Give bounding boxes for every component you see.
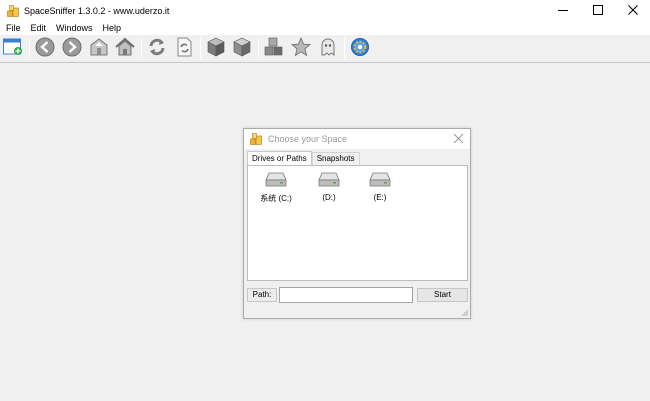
dialog-title-bar: Choose your Space: [244, 129, 470, 149]
refresh-icon: [147, 37, 167, 59]
path-row: Path: Start: [247, 287, 468, 303]
minimize-button[interactable]: [545, 0, 580, 21]
minimize-icon: [557, 5, 568, 17]
refresh-page-icon: [174, 37, 194, 59]
forward-button[interactable]: [61, 37, 83, 59]
star-icon: [290, 36, 312, 59]
path-label: Path:: [247, 288, 277, 302]
title-bar: SpaceSniffer 1.3.0.2 - www.uderzo.it: [0, 0, 650, 21]
hard-drive-icon: [265, 172, 287, 189]
cube-icon: [206, 37, 226, 59]
drive-c[interactable]: 系统 (C:): [253, 172, 299, 204]
dialog-title: Choose your Space: [268, 134, 348, 144]
cube-alt-icon: [232, 37, 252, 59]
close-button[interactable]: [615, 0, 650, 21]
toolbar-separator: [141, 38, 142, 58]
cubes-button[interactable]: [263, 37, 285, 59]
hard-drive-icon: [369, 172, 391, 189]
tab-snapshots[interactable]: Snapshots: [311, 152, 360, 165]
hard-drive-icon: [318, 172, 340, 189]
close-icon: [627, 4, 638, 17]
cubes-icon: [264, 37, 284, 59]
menu-file[interactable]: File: [0, 21, 26, 35]
new-window-button[interactable]: [2, 37, 24, 59]
star-button[interactable]: [290, 36, 312, 59]
window-controls: [545, 0, 650, 21]
menu-windows[interactable]: Windows: [51, 21, 98, 35]
home-button[interactable]: [114, 37, 136, 59]
close-icon[interactable]: [453, 133, 464, 144]
resize-grip-icon[interactable]: [460, 308, 468, 316]
toolbar-separator: [258, 38, 259, 58]
maximize-icon: [592, 4, 603, 17]
drive-label: (D:): [322, 193, 336, 202]
back-button[interactable]: [34, 37, 56, 59]
gear-icon: [350, 37, 370, 59]
menu-bar: File Edit Windows Help: [0, 21, 650, 35]
refresh-page-button[interactable]: [173, 37, 195, 59]
window-title: SpaceSniffer 1.3.0.2 - www.uderzo.it: [24, 5, 170, 16]
app-icon: [7, 4, 19, 17]
home-icon: [115, 37, 135, 59]
back-icon: [35, 37, 55, 59]
cube-button[interactable]: [205, 37, 227, 59]
dialog-tabs: Drives or Paths Snapshots: [247, 151, 360, 166]
menu-help[interactable]: Help: [98, 21, 127, 35]
toolbar: [0, 35, 650, 63]
drives-panel: 系统 (C:) (D:) (E:): [247, 165, 468, 281]
refresh-button[interactable]: [146, 37, 168, 59]
start-button[interactable]: Start: [417, 288, 468, 302]
drive-d[interactable]: (D:): [306, 172, 352, 202]
up-folder-button[interactable]: [88, 37, 110, 59]
tab-drives-or-paths[interactable]: Drives or Paths: [247, 151, 312, 166]
menu-edit[interactable]: Edit: [26, 21, 52, 35]
toolbar-separator: [344, 38, 345, 58]
ghost-icon: [318, 37, 338, 59]
drive-label: 系统 (C:): [260, 194, 292, 203]
forward-icon: [62, 37, 82, 59]
settings-button[interactable]: [349, 37, 371, 59]
toolbar-separator: [200, 38, 201, 58]
path-input[interactable]: [279, 287, 413, 303]
up-folder-icon: [89, 37, 109, 59]
drive-label: (E:): [373, 193, 387, 202]
drive-e[interactable]: (E:): [357, 172, 403, 202]
new-window-icon: [3, 38, 23, 58]
maximize-button[interactable]: [580, 0, 615, 21]
cube-alt-button[interactable]: [231, 37, 253, 59]
choose-space-dialog: Choose your Space Drives or Paths Snapsh…: [243, 128, 471, 319]
ghost-button[interactable]: [317, 37, 339, 59]
app-icon: [250, 133, 262, 145]
toolbar-separator: [29, 38, 30, 58]
